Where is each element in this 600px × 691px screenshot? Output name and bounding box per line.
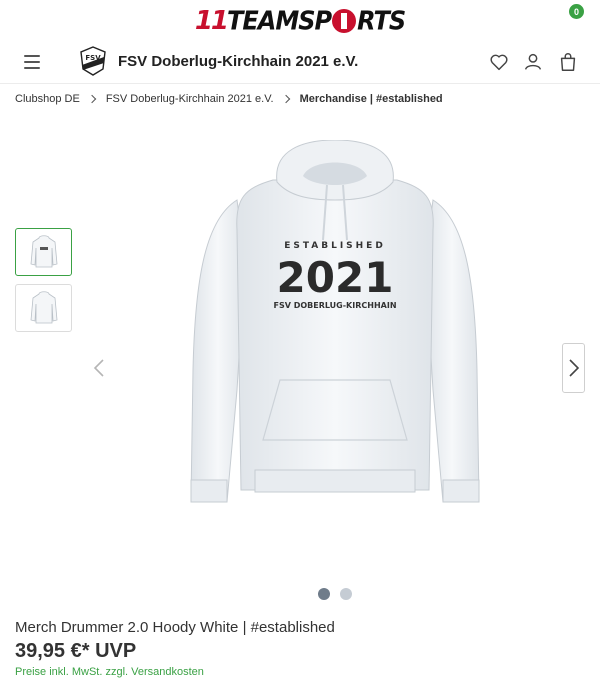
shopping-bag-icon[interactable] — [557, 51, 579, 73]
hoodie-back-thumbnail-image — [30, 291, 57, 324]
heart-icon[interactable] — [488, 51, 510, 73]
print-club-text: FSV DOBERLUG-KIRCHHAIN — [273, 301, 396, 310]
chevron-right-icon — [281, 94, 290, 104]
brand-bar: 11 TEAMSP RTS — [0, 0, 600, 42]
hamburger-menu-icon[interactable] — [24, 55, 40, 69]
chevron-right-icon — [568, 359, 579, 377]
gallery-dot-2[interactable] — [340, 588, 352, 600]
chevron-left-icon — [93, 359, 104, 377]
gallery-next-button[interactable] — [562, 343, 585, 393]
product-title: Merch Drummer 2.0 Hoody White | #establi… — [15, 619, 335, 636]
gallery-pagination — [318, 588, 352, 600]
product-price: 39,95 €* UVP — [15, 640, 137, 662]
gallery-prev-button[interactable] — [90, 355, 108, 381]
logo-word-a: TEAMSP — [227, 5, 332, 37]
club-crest-logo[interactable]: FSV — [78, 45, 108, 77]
site-header: FSV FSV Doberlug-Kirchhain 2021 e.V. — [0, 42, 600, 84]
gallery-thumbnail-back[interactable] — [15, 284, 72, 332]
tax-shipping-note[interactable]: Preise inkl. MwSt. zzgl. Versandkosten — [15, 666, 204, 678]
logo-word-b: RTS — [357, 5, 406, 37]
product-main-image: ESTABLISHED 2021 FSV DOBERLUG-KIRCHHAIN — [190, 140, 480, 503]
print-year-text: 2021 — [277, 253, 394, 302]
gallery-thumbnail-front[interactable] — [15, 228, 72, 276]
chevron-right-icon — [87, 94, 97, 104]
logo-ring-icon — [332, 9, 357, 33]
logo-prefix: 11 — [194, 6, 229, 36]
breadcrumb: Clubshop DE FSV Doberlug-Kirchhain 2021 … — [15, 93, 443, 105]
gallery-dot-1[interactable] — [318, 588, 330, 600]
club-name[interactable]: FSV Doberlug-Kirchhain 2021 e.V. — [118, 53, 358, 70]
user-icon[interactable] — [522, 51, 544, 73]
cart-count-badge: 0 — [569, 4, 584, 19]
breadcrumb-item-club[interactable]: FSV Doberlug-Kirchhain 2021 e.V. — [106, 93, 274, 105]
hoodie-front-thumbnail-image — [30, 235, 57, 268]
breadcrumb-item-current: Merchandise | #established — [299, 93, 443, 105]
club-crest-text: FSV — [85, 54, 101, 62]
print-established-text: ESTABLISHED — [284, 241, 386, 251]
teamsports-logo[interactable]: 11 TEAMSP RTS — [194, 5, 406, 37]
breadcrumb-item-clubshop[interactable]: Clubshop DE — [15, 93, 80, 105]
